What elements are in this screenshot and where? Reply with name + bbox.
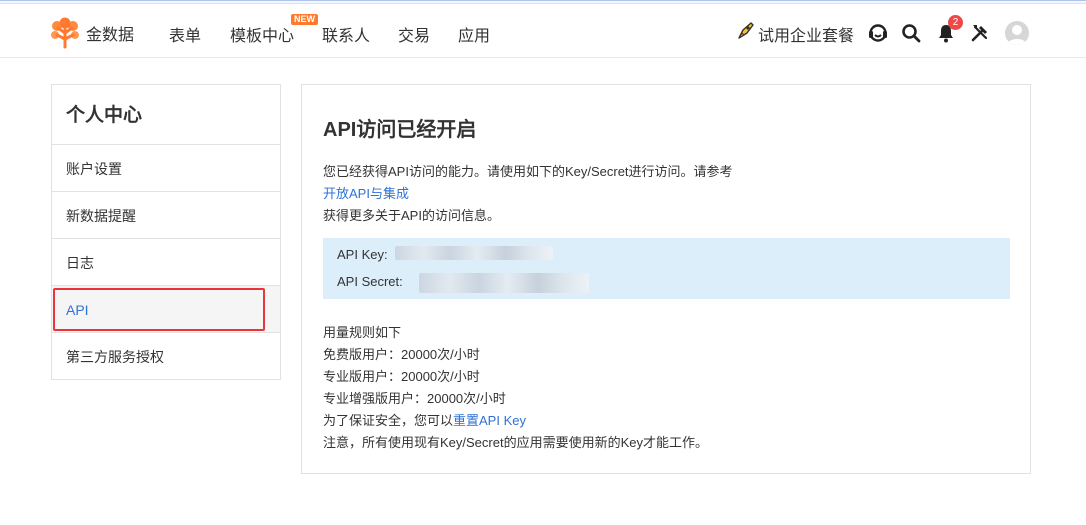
intro-text: 您已经获得API访问的能力。请使用如下的Key/Secret进行访问。请参考 bbox=[323, 164, 733, 179]
trial-label: 试用企业套餐 bbox=[758, 27, 855, 45]
page-title: API访问已经开启 bbox=[323, 119, 477, 141]
open-api-docs-link[interactable]: 开放API与集成 bbox=[323, 183, 409, 202]
support-headset-icon[interactable] bbox=[867, 22, 889, 44]
api-panel: API访问已经开启 您已经获得API访问的能力。请使用如下的Key/Secret… bbox=[301, 84, 1031, 474]
intro-more-info-text: 获得更多关于API的访问信息。 bbox=[323, 208, 500, 223]
sidebar-item-account-settings[interactable]: 账户设置 bbox=[52, 145, 280, 192]
sidebar-item-label: 新数据提醒 bbox=[66, 208, 136, 224]
brand-tree-icon bbox=[50, 17, 80, 49]
search-icon[interactable] bbox=[900, 22, 922, 44]
reset-key-prefix: 为了保证安全，您可以 bbox=[323, 413, 454, 428]
sidebar-item-api[interactable]: API bbox=[52, 286, 280, 333]
api-key-value-redacted[interactable] bbox=[395, 246, 553, 260]
reset-key-line: 为了保证安全，您可以重置API Key bbox=[323, 410, 526, 429]
sidebar-item-new-data-alerts[interactable]: 新数据提醒 bbox=[52, 192, 280, 239]
avatar[interactable] bbox=[1005, 21, 1029, 45]
sidebar-item-label: API bbox=[66, 302, 89, 318]
nav-item-apps[interactable]: 应用 bbox=[458, 22, 490, 46]
api-secret-value-redacted[interactable] bbox=[419, 273, 589, 293]
tools-icon[interactable] bbox=[969, 22, 991, 44]
usage-pro-plus-plan: 专业增强版用户：20000次/小时 bbox=[323, 391, 506, 406]
api-key-label: API Key: bbox=[337, 247, 388, 262]
usage-pro-plan: 专业版用户：20000次/小时 bbox=[323, 369, 480, 384]
reset-api-key-link[interactable]: 重置API Key bbox=[453, 413, 526, 428]
usage-free-plan: 免费版用户：20000次/小时 bbox=[323, 347, 480, 362]
nav-item-transactions[interactable]: 交易 bbox=[398, 22, 430, 46]
rocket-icon bbox=[736, 21, 758, 46]
sidebar: 个人中心 账户设置 新数据提醒 日志 API 第三方服务授权 bbox=[51, 84, 281, 380]
trial-enterprise-button[interactable]: 试用企业套餐 bbox=[736, 21, 854, 46]
sidebar-item-label: 第三方服务授权 bbox=[66, 349, 164, 365]
usage-rules-title: 用量规则如下 bbox=[323, 325, 402, 340]
sidebar-item-label: 账户设置 bbox=[66, 161, 122, 177]
sidebar-item-label: 日志 bbox=[66, 255, 94, 271]
sidebar-item-third-party-auth[interactable]: 第三方服务授权 bbox=[52, 333, 280, 380]
notification-count-badge: 2 bbox=[948, 15, 963, 30]
new-badge: NEW bbox=[291, 14, 318, 25]
brand-logo[interactable]: 金数据 bbox=[50, 17, 134, 49]
sidebar-item-logs[interactable]: 日志 bbox=[52, 239, 280, 286]
notice-text: 注意，所有使用现有Key/Secret的应用需要使用新的Key才能工作。 bbox=[323, 435, 708, 450]
sidebar-title: 个人中心 bbox=[52, 85, 280, 145]
brand-name: 金数据 bbox=[86, 27, 135, 44]
api-secret-label: API Secret: bbox=[337, 274, 403, 289]
nav-item-contacts[interactable]: 联系人 bbox=[322, 22, 370, 46]
credentials-box: API Key: API Secret: bbox=[323, 238, 1010, 299]
nav-item-forms[interactable]: 表单 bbox=[169, 22, 201, 46]
top-accent-line bbox=[0, 0, 1086, 4]
nav-item-templates[interactable]: 模板中心 bbox=[230, 22, 294, 46]
top-navbar: 金数据 表单 模板中心 NEW 联系人 交易 应用 试用企业套餐 2 bbox=[0, 5, 1086, 58]
